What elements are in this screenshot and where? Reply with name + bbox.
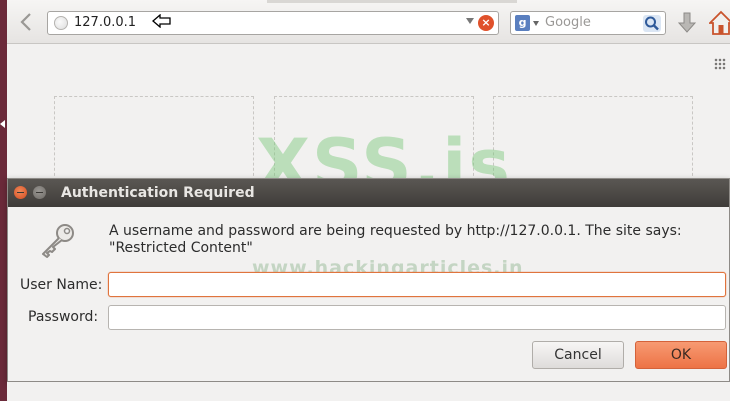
search-placeholder[interactable]: Google: [545, 15, 591, 30]
tab-strip: [267, 0, 517, 3]
new-tab-grid-icon[interactable]: [714, 58, 726, 70]
username-input[interactable]: [108, 272, 726, 297]
search-engine-icon[interactable]: g: [515, 15, 530, 31]
back-button[interactable]: [15, 10, 37, 34]
stop-icon[interactable]: ×: [478, 15, 494, 31]
page-bottom: [7, 382, 730, 401]
site-identity-icon[interactable]: [54, 16, 68, 30]
history-dropdown-icon[interactable]: [466, 18, 474, 24]
password-input[interactable]: [108, 305, 726, 330]
username-label: User Name:: [20, 277, 103, 293]
window-left-edge: [0, 0, 7, 401]
dialog-title: Authentication Required: [61, 185, 255, 201]
close-window-button[interactable]: [14, 186, 27, 199]
collapse-arrow-icon[interactable]: [0, 120, 5, 128]
dialog-titlebar[interactable]: Authentication Required: [8, 179, 729, 207]
url-text[interactable]: 127.0.0.1: [74, 15, 136, 30]
search-bar[interactable]: g Google: [510, 11, 666, 35]
ok-button[interactable]: OK: [635, 341, 727, 369]
auth-message: A username and password are being reques…: [109, 223, 682, 256]
cancel-button[interactable]: Cancel: [532, 341, 624, 369]
new-tab-tile[interactable]: [54, 96, 254, 181]
download-icon[interactable]: [677, 11, 697, 35]
authentication-dialog: Authentication Required A username and p…: [7, 178, 730, 382]
password-label: Password:: [28, 309, 99, 325]
new-tab-tile[interactable]: [493, 96, 693, 181]
key-icon: [42, 224, 74, 258]
search-engine-dropdown-icon[interactable]: [533, 21, 539, 26]
browser-toolbar: 127.0.0.1 × g Google: [7, 0, 730, 44]
url-bar[interactable]: 127.0.0.1 ×: [47, 11, 499, 35]
home-icon[interactable]: [709, 10, 730, 36]
search-icon[interactable]: [643, 15, 661, 32]
minimize-window-button[interactable]: [33, 186, 46, 199]
mouse-cursor-icon: [152, 13, 172, 32]
back-arrow-icon: [20, 13, 31, 31]
